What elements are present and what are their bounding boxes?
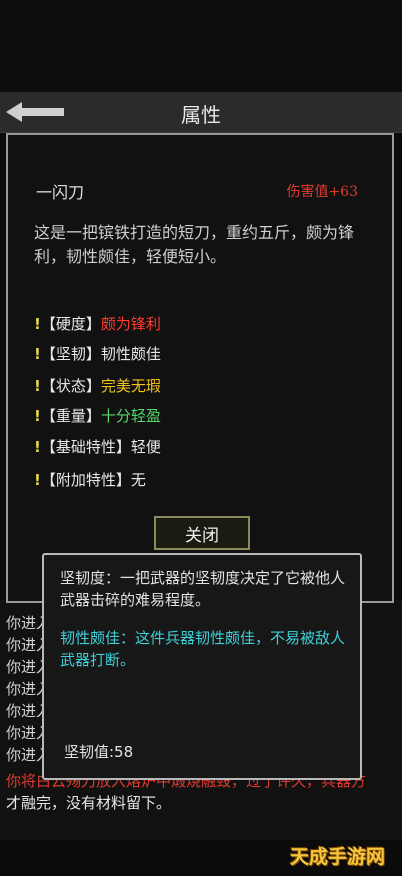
attribute-row-weight[interactable]: !【重量】十分轻盈 — [34, 405, 161, 426]
damage-value: 伤害值+63 — [286, 184, 358, 200]
attribute-row-state[interactable]: !【状态】完美无瑕 — [34, 375, 161, 396]
info-icon: ! — [34, 315, 41, 333]
attribute-label: 【硬度】 — [40, 315, 101, 333]
tooltip-value: 坚韧值:58 — [64, 743, 134, 761]
tooltip-popup[interactable]: 坚韧度：一把武器的坚韧度决定了它被他人武器击碎的难易程度。 韧性颇佳：这件兵器韧… — [42, 553, 362, 780]
watermark-logo: 天成手游网 — [290, 846, 386, 868]
attribute-row-extra-trait[interactable]: !【附加特性】无 — [34, 469, 146, 490]
attribute-label: 【重量】 — [40, 407, 101, 425]
info-icon: ! — [34, 438, 41, 456]
attribute-value: 完美无瑕 — [100, 377, 161, 395]
weapon-description: 这是一把镔铁打造的短刀，重约五斤，颇为锋利，韧性颇佳，轻便短小。 — [34, 223, 355, 266]
info-icon: ! — [34, 407, 41, 425]
weapon-name: 一闪刀 — [36, 183, 85, 202]
attribute-value: 无 — [130, 471, 146, 489]
close-button[interactable]: 关闭 — [154, 516, 250, 550]
info-icon: ! — [34, 471, 41, 489]
tooltip-quality: 韧性颇佳：这件兵器韧性颇佳，不易被敌人武器打断。 — [60, 629, 346, 669]
attribute-label: 【附加特性】 — [40, 471, 131, 489]
attribute-panel: 一闪刀 伤害值+63 这是一把镔铁打造的短刀，重约五斤，颇为锋利，韧性颇佳，轻便… — [6, 133, 394, 603]
top-bar — [0, 0, 402, 92]
attribute-row-hardness[interactable]: !【硬度】颇为锋利 — [34, 313, 161, 334]
page-title: 属性 — [181, 103, 221, 127]
attribute-value: 轻便 — [130, 438, 161, 456]
info-icon: ! — [34, 377, 41, 395]
attribute-label: 【坚韧】 — [40, 345, 101, 363]
attribute-row-base-trait[interactable]: !【基础特性】轻便 — [34, 436, 161, 457]
attribute-label: 【基础特性】 — [40, 438, 131, 456]
info-icon: ! — [34, 345, 41, 363]
attribute-value: 韧性颇佳 — [100, 345, 161, 363]
attribute-value: 颇为锋利 — [100, 315, 161, 333]
attribute-label: 【状态】 — [40, 377, 101, 395]
header-bar: 属性 — [0, 92, 402, 133]
attribute-row-toughness[interactable]: !【坚韧】韧性颇佳 — [34, 343, 161, 364]
attribute-value: 十分轻盈 — [100, 407, 161, 425]
tooltip-description: 坚韧度：一把武器的坚韧度决定了它被他人武器击碎的难易程度。 — [60, 569, 346, 609]
log-line-result: 才融完，没有材料留下。 — [6, 794, 172, 812]
